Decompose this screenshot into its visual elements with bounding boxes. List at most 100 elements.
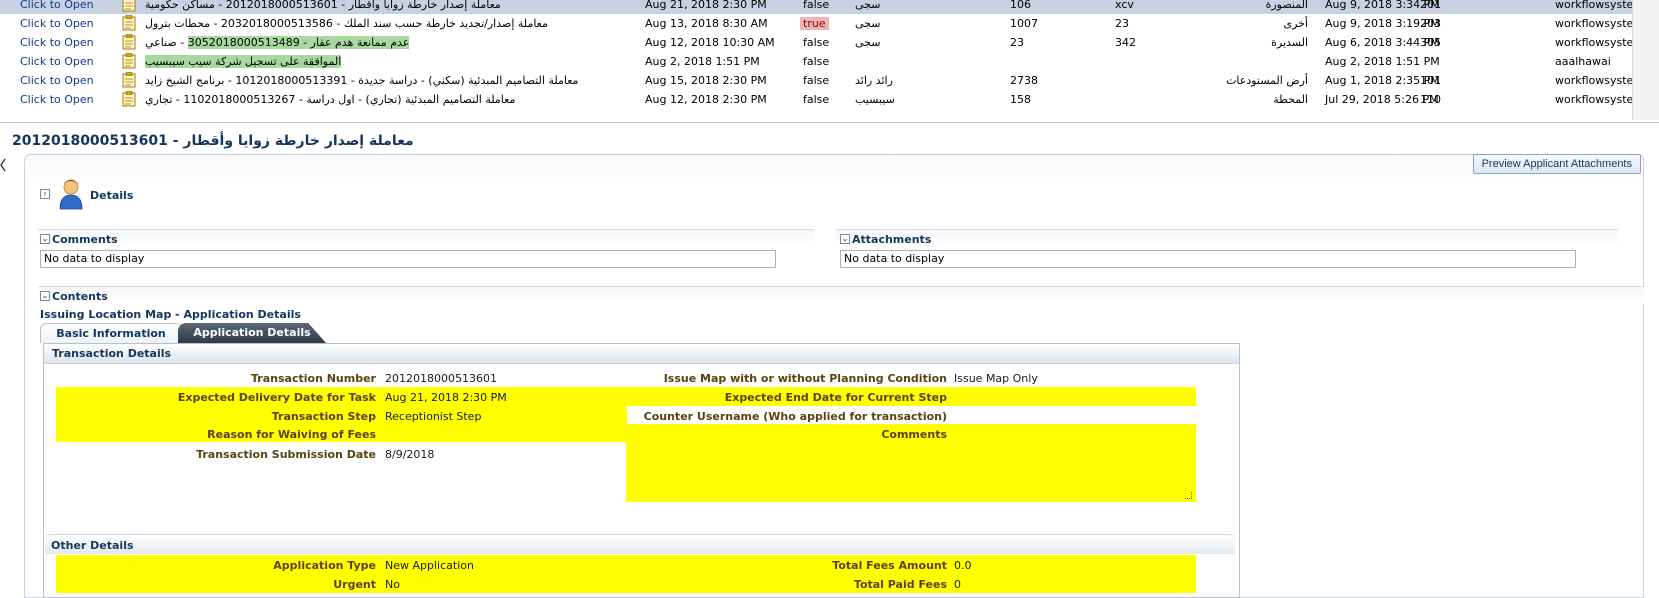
region-name: أخرى (1283, 17, 1308, 30)
due-date: Aug 2, 2018 1:51 PM (645, 55, 760, 68)
task-title-text: معاملة التصاميم المبدئية (تجاري) - اول د… (145, 93, 516, 106)
due-date: Aug 12, 2018 10:30 AM (645, 36, 775, 49)
clipboard-icon[interactable] (122, 0, 136, 12)
urgent-flag: false (803, 55, 830, 68)
expected-delivery-value: Aug 21, 2018 2:30 PM (385, 391, 507, 404)
application-type-value: New Application (385, 559, 474, 572)
application-type-label: Application Type (273, 559, 376, 572)
urgent-label: Urgent (333, 578, 376, 591)
click-to-open-link[interactable]: Click to Open (20, 17, 94, 30)
counter-username-label: Counter Username (Who applied for transa… (643, 410, 947, 423)
urgent-value: No (385, 578, 400, 591)
table-row[interactable]: Click to Open معاملة التصاميم المبدئية (س… (0, 71, 1632, 90)
attachments-collapse-toggle[interactable]: ⌄ (840, 234, 850, 244)
task-title-text: معاملة التصاميم المبدئية (سكني) - دراسة … (145, 74, 579, 87)
task-title-text: معاملة إصدار خارطة زوايا وأقطار - 201201… (145, 0, 501, 11)
assignee-name: سجى (855, 36, 881, 49)
transaction-details-title: Transaction Details (52, 347, 172, 360)
due-date: Aug 13, 2018 8:30 AM (645, 17, 768, 30)
textarea-resize-grip[interactable] (1185, 492, 1192, 499)
click-to-open-link[interactable]: Click to Open (20, 93, 94, 106)
tab-application-details[interactable]: Application Details (178, 323, 326, 343)
comments-header (38, 229, 814, 247)
plot-number: 2738 (1010, 74, 1038, 87)
task-table-scrollbar[interactable] (1632, 0, 1659, 120)
plot-number: 106 (1010, 0, 1031, 11)
region-name: المحطة (1273, 93, 1308, 106)
contents-label: Contents (52, 290, 108, 303)
attachments-label: Attachments (852, 233, 932, 246)
assignee-name: سجى (855, 17, 881, 30)
comments-field-label: Comments (881, 428, 947, 441)
clipboard-icon[interactable] (122, 15, 136, 31)
due-date: Aug 15, 2018 2:30 PM (645, 74, 767, 87)
plot-number: 1007 (1010, 17, 1038, 30)
created-date: Aug 2, 2018 1:51 PM (1325, 55, 1440, 68)
task-title-text: معاملة إصدار/تجديد خارطة حسب سند الملك -… (145, 17, 548, 30)
preview-applicant-attachments-button[interactable]: Preview Applicant Attachments (1472, 154, 1641, 174)
attachments-header (836, 229, 1618, 247)
table-row[interactable]: Click to Open معاملة إصدار خارطة زوايا وأ… (0, 0, 1632, 14)
task-table: Click to Open معاملة إصدار خارطة زوايا وأ… (0, 0, 1632, 120)
created-by: workflowsystem (1555, 93, 1632, 106)
click-to-open-link[interactable]: Click to Open (20, 74, 94, 87)
highlight-band-application-type (56, 555, 1196, 574)
attachments-table: No data to display (840, 250, 1576, 268)
assignee-name: سيبسيب (855, 93, 895, 106)
transaction-step-value: Receptionist Step (385, 410, 482, 423)
clipboard-icon[interactable] (122, 34, 136, 50)
reason-waiving-label: Reason for Waiving of Fees (207, 428, 376, 441)
issue-map-value: Issue Map Only (954, 372, 1038, 385)
contents-subtitle: Issuing Location Map - Application Detai… (40, 308, 301, 321)
region-name: المنصورة (1265, 0, 1308, 11)
clipboard-icon[interactable] (122, 72, 136, 88)
click-to-open-link[interactable]: Click to Open (20, 36, 94, 49)
tab-basic-information[interactable]: Basic Information (40, 323, 182, 343)
service-code: 305 (1420, 36, 1441, 49)
block-number: 342 (1115, 36, 1136, 49)
task-title: معاملة إصدار خارطة زوايا وأقطار - 201201… (145, 0, 645, 11)
table-row[interactable]: Click to Open معاملة التصاميم المبدئية (ت… (0, 90, 1632, 109)
plot-number: 158 (1010, 93, 1031, 106)
highlight-band-urgent (56, 574, 1196, 593)
due-date: Aug 21, 2018 2:30 PM (645, 0, 767, 11)
issue-map-label: Issue Map with or without Planning Condi… (663, 372, 947, 385)
comments-collapse-toggle[interactable]: ⌄ (40, 234, 50, 244)
comments-table: No data to display (40, 250, 776, 268)
urgent-flag: true (800, 17, 829, 30)
service-code: 101 (1420, 74, 1441, 87)
urgent-flag: false (803, 93, 830, 106)
service-code: 203 (1420, 17, 1441, 30)
details-expand-toggle[interactable]: › (40, 189, 50, 199)
contents-header (38, 286, 1644, 304)
click-to-open-link[interactable]: Click to Open (20, 55, 94, 68)
contents-collapse-toggle[interactable]: ⌄ (40, 291, 50, 301)
clipboard-icon[interactable] (122, 53, 136, 69)
task-title: الموافقة على تسجيل شركة سيب سيبسيب (145, 55, 645, 68)
table-row[interactable]: Click to Open الموافقة على تسجيل شركة سيب… (0, 52, 1632, 71)
matched-text-highlight: عدم ممانعة هدم عقار - 3052018000513489 (187, 36, 410, 49)
transaction-step-label: Transaction Step (271, 410, 376, 423)
task-title-text: عدم ممانعة هدم عقار - 3052018000513489 -… (145, 36, 410, 49)
service-code: 201 (1420, 0, 1441, 11)
urgent-flag: false (803, 74, 830, 87)
page-title: معاملة إصدار خارطة زوايا وأقطار - 201201… (12, 133, 414, 149)
service-code: 110 (1420, 93, 1441, 106)
task-title-text: الموافقة على تسجيل شركة سيب سيبسيب (145, 55, 342, 68)
transaction-number-value: 2012018000513601 (385, 372, 497, 385)
region-name: أرض المستودعات (1226, 74, 1308, 87)
clipboard-icon[interactable] (122, 91, 136, 107)
click-to-open-link[interactable]: Click to Open (20, 0, 94, 11)
expected-end-label: Expected End Date for Current Step (724, 391, 947, 404)
total-fees-value: 0.0 (954, 559, 972, 572)
table-row[interactable]: Click to Open معاملة إصدار/تجديد خارطة حس… (0, 14, 1632, 33)
region-name: السديرة (1271, 36, 1308, 49)
total-paid-label: Total Paid Fees (853, 578, 947, 591)
transaction-number-label: Transaction Number (251, 372, 376, 385)
created-by: workflowsystem (1555, 74, 1632, 87)
other-details-title: Other Details (51, 539, 134, 552)
task-title: عدم ممانعة هدم عقار - 3052018000513489 -… (145, 36, 645, 49)
table-row[interactable]: Click to Open عدم ممانعة هدم عقار - 30520… (0, 33, 1632, 52)
assignee-name: رائد رائد (855, 74, 893, 87)
panel-collapse-arrow-icon[interactable] (0, 158, 6, 172)
